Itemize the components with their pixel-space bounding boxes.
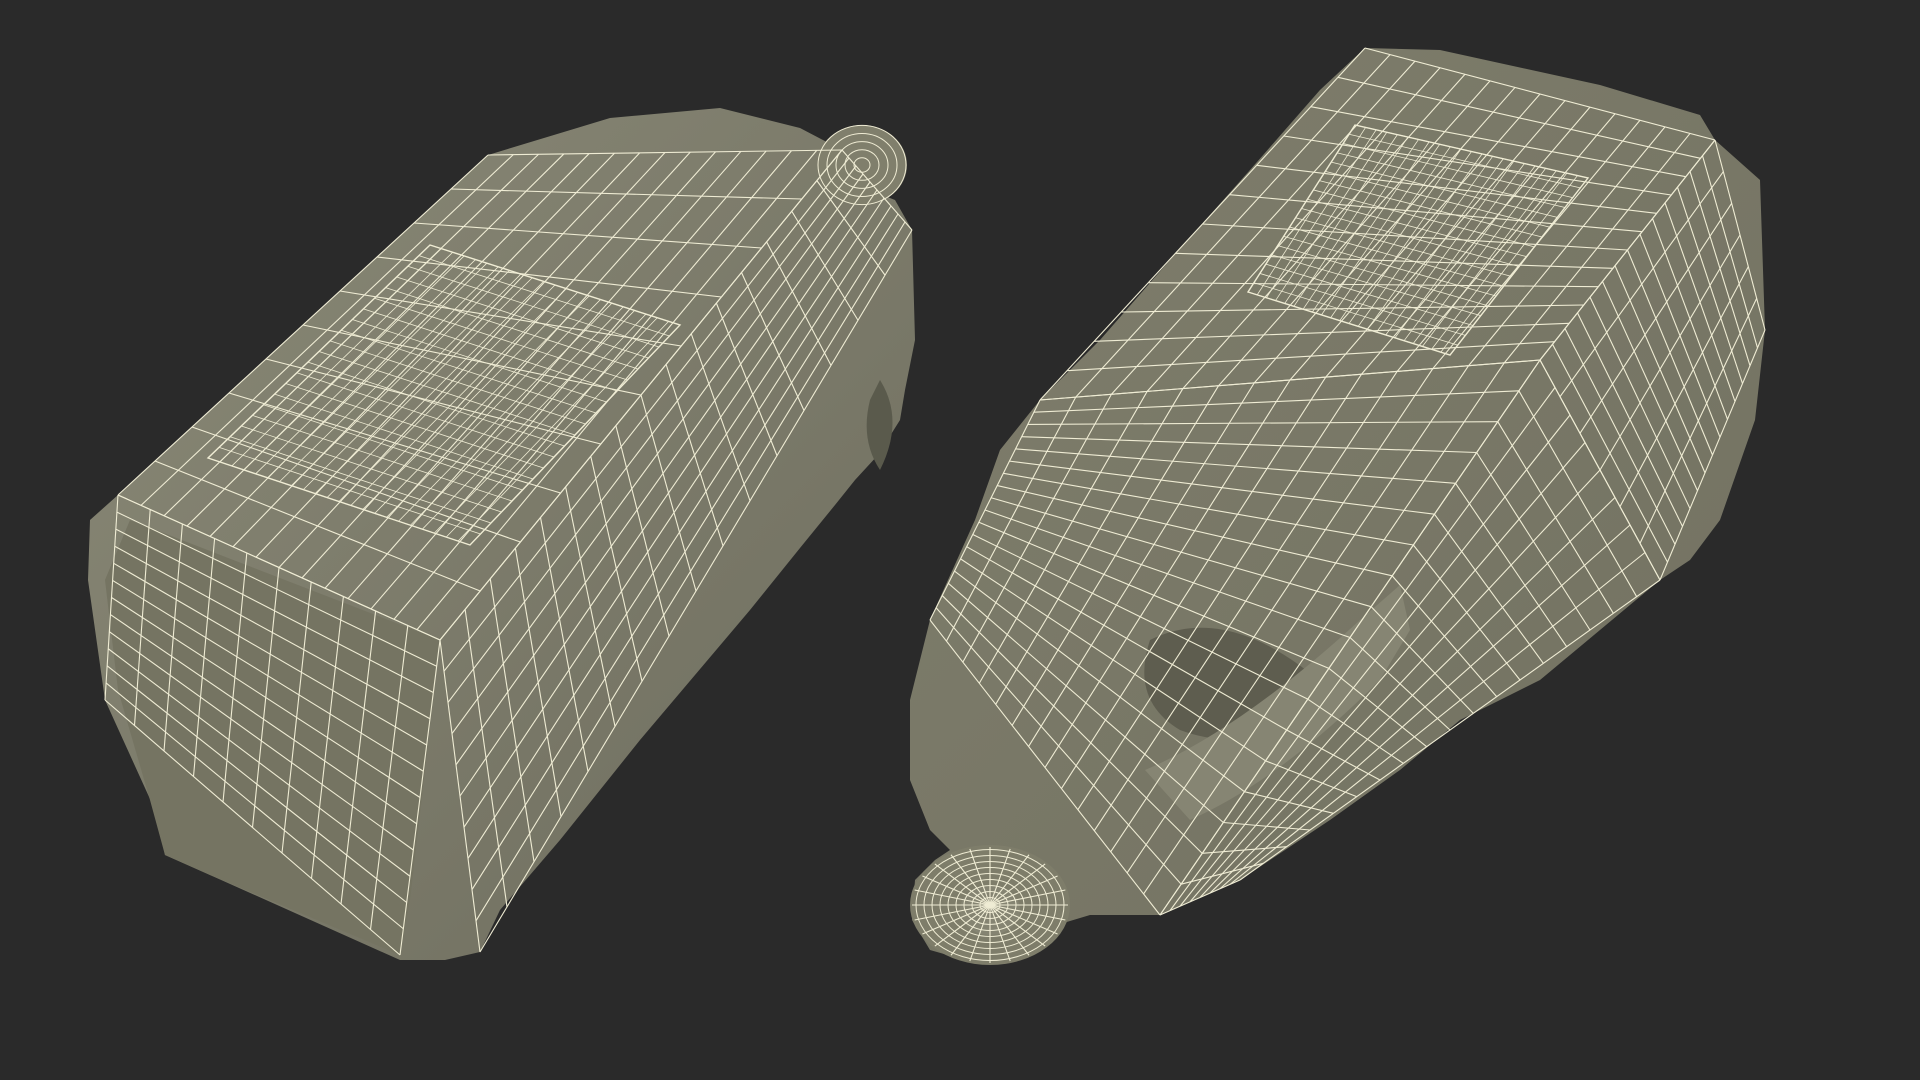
wireframe-render [0,0,1920,1080]
viewport-render [0,0,1920,1080]
